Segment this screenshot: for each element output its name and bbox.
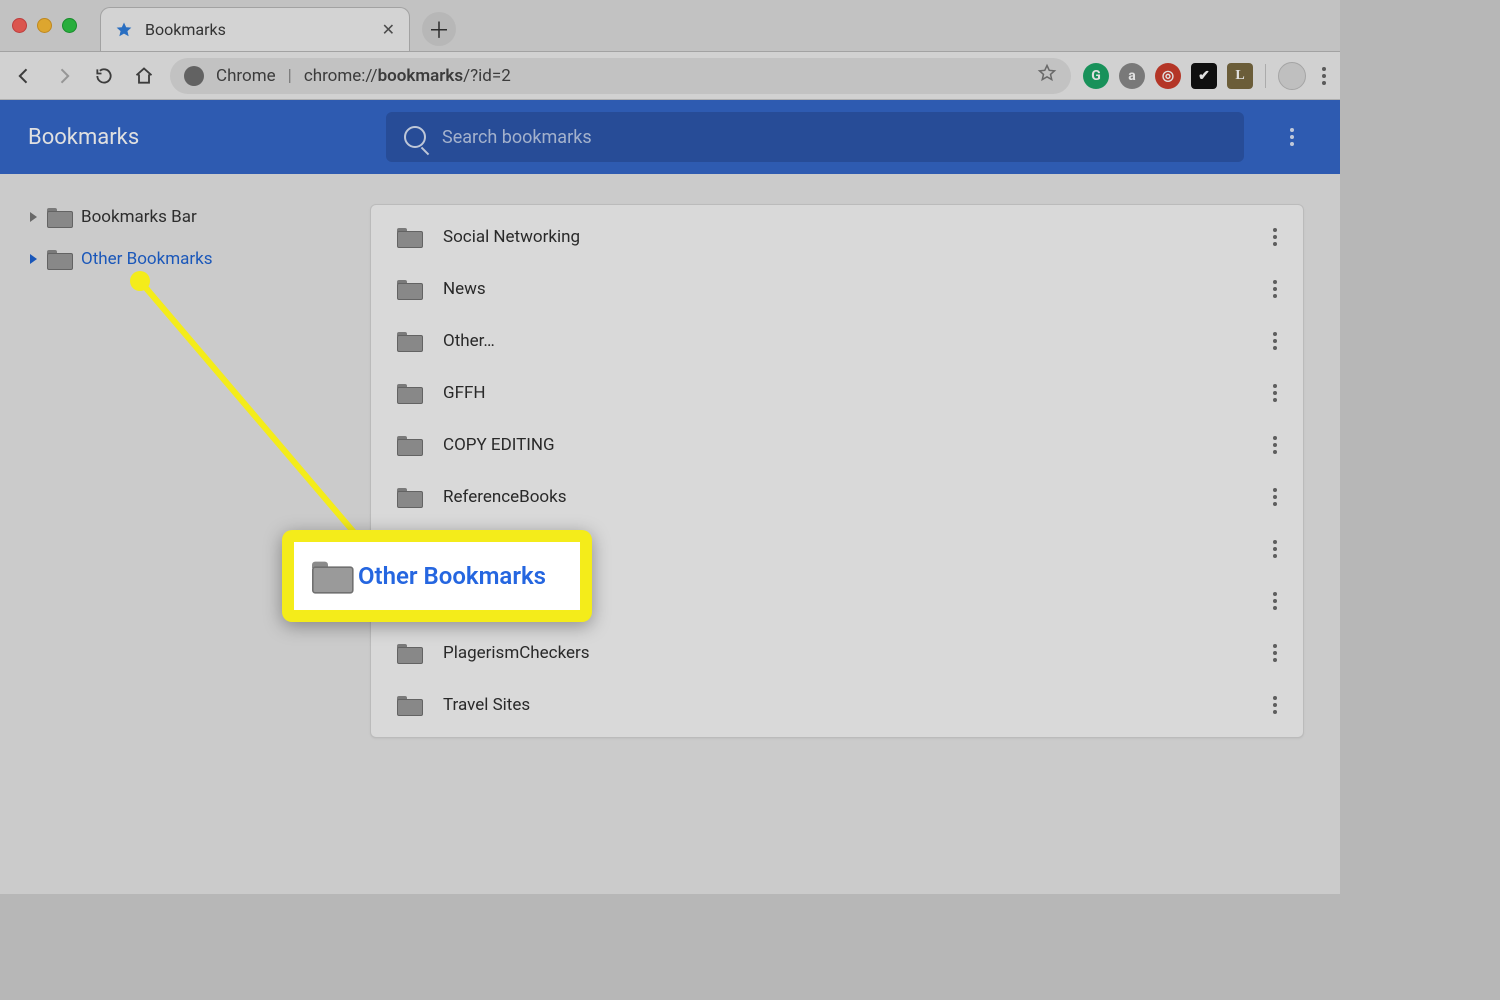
- content-area: Social Networking News Other… GFFH COPY EDIT…: [370, 174, 1340, 894]
- folder-label: Social Networking: [443, 227, 1251, 247]
- sidebar-item-bookmarks-bar[interactable]: Bookmarks Bar: [0, 196, 370, 238]
- todo-check-icon[interactable]: ✔: [1191, 63, 1217, 89]
- folder-icon: [397, 696, 421, 714]
- list-item[interactable]: [371, 523, 1303, 575]
- folder-label: GFFH: [443, 383, 1251, 403]
- close-window-button[interactable]: [12, 18, 27, 33]
- item-menu-button[interactable]: [1273, 280, 1277, 298]
- item-menu-button[interactable]: [1273, 644, 1277, 662]
- list-item[interactable]: ReferenceBooks: [371, 471, 1303, 523]
- item-menu-button[interactable]: [1273, 436, 1277, 454]
- folder-label: COPY EDITING: [443, 435, 1251, 455]
- item-menu-button[interactable]: [1273, 332, 1277, 350]
- folder-label: ReferenceBooks: [443, 487, 1251, 507]
- folder-label: PlagerismCheckers: [443, 643, 1251, 663]
- reload-button[interactable]: [90, 62, 118, 90]
- list-item[interactable]: PlagerismCheckers: [371, 627, 1303, 679]
- chrome-menu-button[interactable]: [1318, 67, 1330, 85]
- bookmarks-app-header: Bookmarks: [0, 100, 1340, 174]
- address-bar[interactable]: Chrome | chrome://bookmarks/?id=2: [170, 58, 1071, 94]
- folder-icon: [397, 644, 421, 662]
- site-info-icon[interactable]: [184, 66, 204, 86]
- folder-icon: [397, 436, 421, 454]
- folder-label: Other…: [443, 331, 1251, 351]
- forward-button[interactable]: [50, 62, 78, 90]
- grammarly-icon[interactable]: G: [1083, 63, 1109, 89]
- omnibox-separator: |: [288, 66, 292, 86]
- search-icon: [404, 126, 426, 148]
- close-tab-icon[interactable]: ✕: [382, 20, 395, 39]
- back-button[interactable]: [10, 62, 38, 90]
- expand-icon[interactable]: [30, 254, 37, 264]
- item-menu-button[interactable]: [1273, 488, 1277, 506]
- folder-label: Travel Sites: [443, 695, 1251, 715]
- list-item[interactable]: Travel Sites: [371, 679, 1303, 731]
- list-item[interactable]: News: [371, 263, 1303, 315]
- list-item[interactable]: Other…: [371, 315, 1303, 367]
- amazon-assistant-icon[interactable]: a: [1119, 63, 1145, 89]
- maximize-window-button[interactable]: [62, 18, 77, 33]
- list-item[interactable]: GFFH: [371, 367, 1303, 419]
- bookmark-star-icon[interactable]: [1037, 63, 1057, 88]
- bookmarks-app-body: Bookmarks Bar Other Bookmarks Social Netw…: [0, 174, 1340, 894]
- search-bookmarks-box[interactable]: [386, 112, 1244, 162]
- folder-label: News: [443, 279, 1251, 299]
- new-tab-button[interactable]: ＋: [422, 12, 456, 46]
- sidebar-item-other-bookmarks[interactable]: Other Bookmarks: [0, 238, 370, 280]
- browser-window: Bookmarks ✕ ＋ Chrome | chrome://bookmark…: [0, 0, 1340, 894]
- folder-icon: [47, 250, 71, 268]
- item-menu-button[interactable]: [1273, 228, 1277, 246]
- toolbar-divider: [1265, 64, 1266, 88]
- star-icon: [115, 21, 133, 39]
- omnibox-url: chrome://bookmarks/?id=2: [304, 66, 511, 86]
- search-input[interactable]: [442, 127, 1226, 148]
- sidebar-item-label: Other Bookmarks: [81, 249, 213, 269]
- browser-toolbar: Chrome | chrome://bookmarks/?id=2 Ga ◎ ✔ L: [0, 52, 1340, 100]
- item-menu-button[interactable]: [1273, 696, 1277, 714]
- folder-icon: [397, 228, 421, 246]
- extensions-area: Ga ◎ ✔ L: [1083, 63, 1253, 89]
- minimize-window-button[interactable]: [37, 18, 52, 33]
- page-title: Bookmarks: [28, 125, 358, 150]
- profile-avatar[interactable]: [1278, 62, 1306, 90]
- bookmarks-list: Social Networking News Other… GFFH COPY EDIT…: [370, 204, 1304, 738]
- sidebar-item-label: Bookmarks Bar: [81, 207, 197, 227]
- item-menu-button[interactable]: [1273, 540, 1277, 558]
- item-menu-button[interactable]: [1273, 384, 1277, 402]
- list-item[interactable]: Social Networking: [371, 211, 1303, 263]
- browser-tab[interactable]: Bookmarks ✕: [100, 7, 410, 51]
- window-controls: [12, 18, 77, 33]
- folder-icon: [397, 488, 421, 506]
- bookmarks-app-menu[interactable]: [1272, 117, 1312, 157]
- sidebar: Bookmarks Bar Other Bookmarks: [0, 174, 370, 894]
- folder-icon: [397, 332, 421, 350]
- letter-l-icon[interactable]: L: [1227, 63, 1253, 89]
- omnibox-chip: Chrome: [216, 66, 276, 86]
- folder-icon: [397, 280, 421, 298]
- folder-icon: [397, 384, 421, 402]
- list-item[interactable]: COPY EDITING: [371, 419, 1303, 471]
- tab-title: Bookmarks: [145, 20, 370, 39]
- expand-icon[interactable]: [30, 212, 37, 222]
- opera-red-icon[interactable]: ◎: [1155, 63, 1181, 89]
- home-button[interactable]: [130, 62, 158, 90]
- titlebar: Bookmarks ✕ ＋: [0, 0, 1340, 52]
- folder-icon: [47, 208, 71, 226]
- list-item[interactable]: [371, 575, 1303, 627]
- item-menu-button[interactable]: [1273, 592, 1277, 610]
